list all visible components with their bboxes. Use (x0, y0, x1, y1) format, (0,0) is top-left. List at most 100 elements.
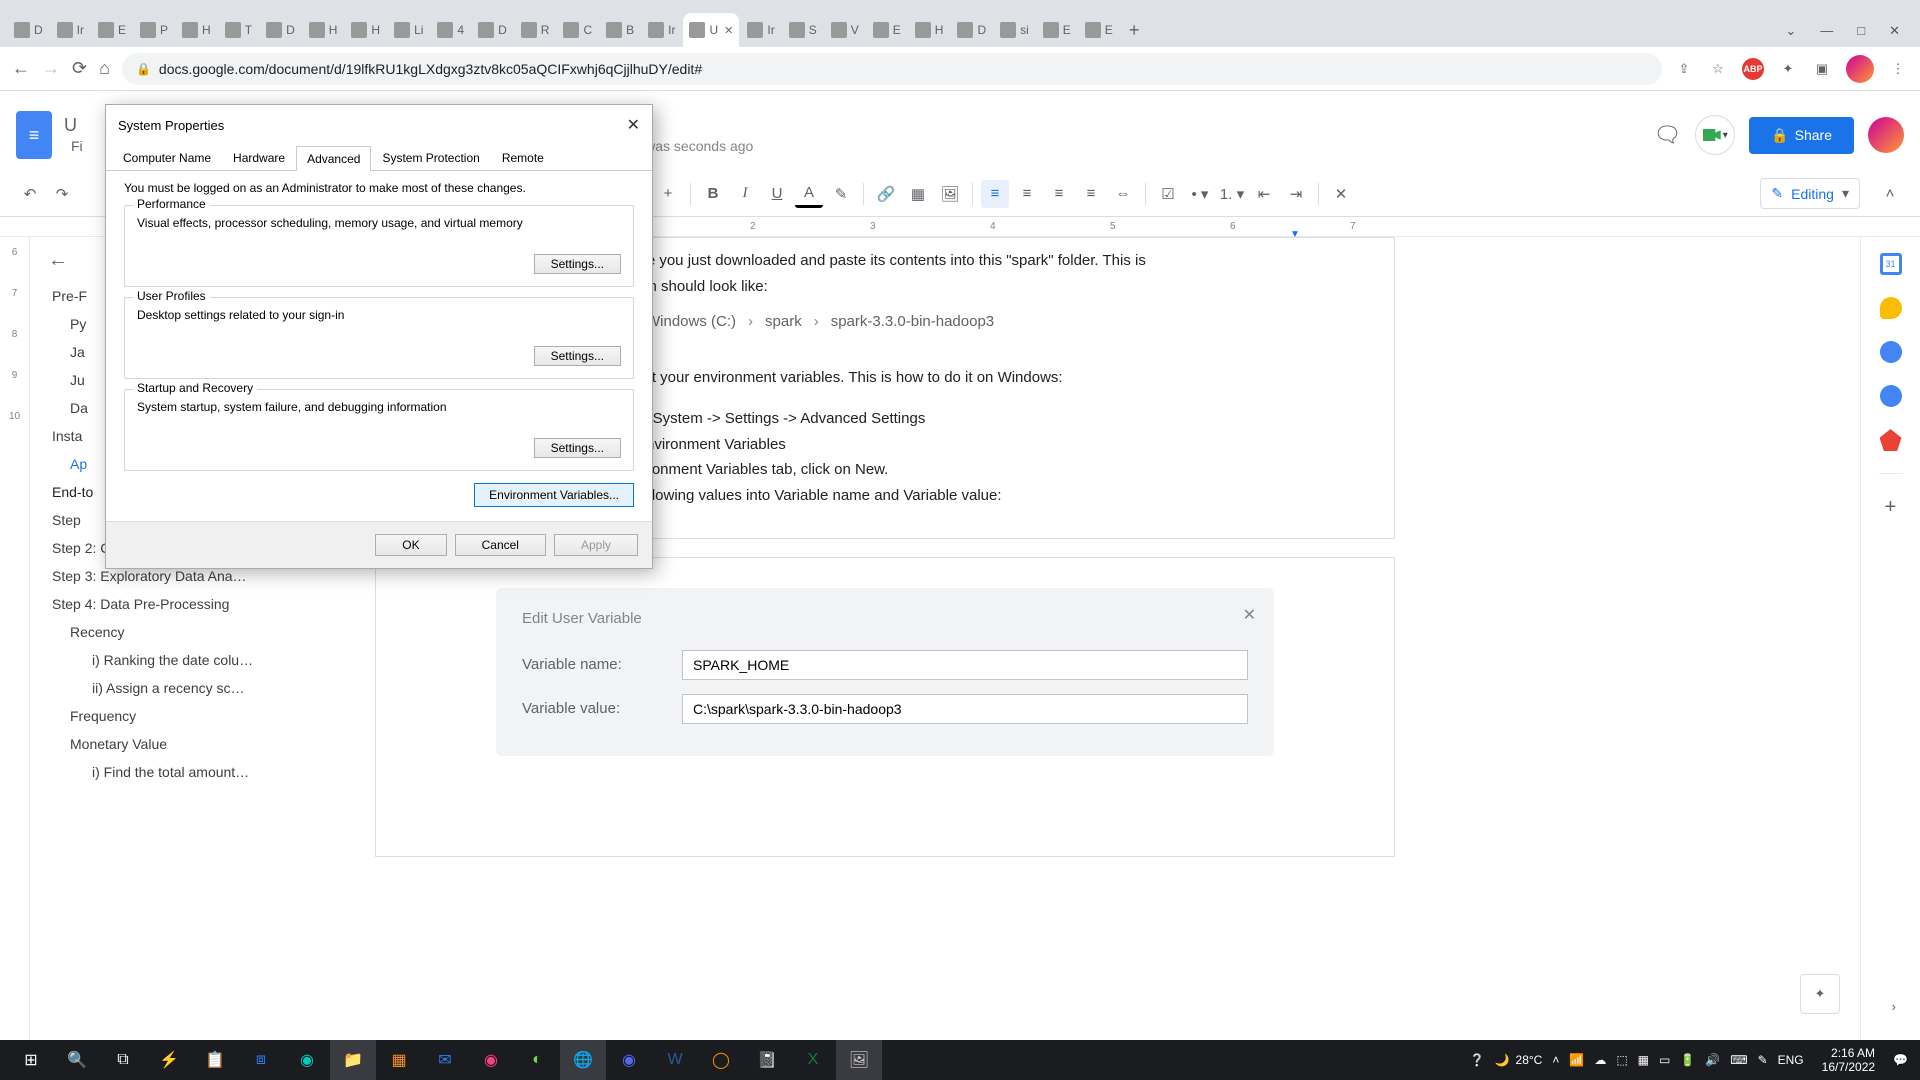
tray-icon[interactable]: ✎ (1758, 1053, 1768, 1067)
browser-tab[interactable]: H (345, 13, 386, 47)
undo-button[interactable]: ↶ (16, 180, 44, 208)
browser-tab[interactable]: C (557, 13, 598, 47)
cancel-button[interactable]: Cancel (455, 534, 546, 556)
taskbar-app[interactable]: ⚡ (146, 1040, 192, 1080)
back-button[interactable]: ← (12, 58, 30, 79)
calendar-icon[interactable]: 31 (1880, 253, 1902, 275)
account-avatar[interactable] (1868, 117, 1904, 153)
taskbar-app[interactable]: 📋 (192, 1040, 238, 1080)
onedrive-icon[interactable]: ☁ (1594, 1053, 1606, 1067)
outline-item[interactable]: Frequency (48, 702, 327, 730)
menu-file[interactable]: Fi (64, 136, 90, 156)
tasks-icon[interactable] (1880, 341, 1902, 363)
insert-image-button[interactable]: 🖼 (936, 180, 964, 208)
browser-tab[interactable]: Ir (642, 13, 681, 47)
browser-tab[interactable]: D (8, 13, 49, 47)
outlook-icon[interactable]: ✉ (422, 1040, 468, 1080)
line-spacing-button[interactable]: ⇔ (1109, 180, 1137, 208)
browser-tab[interactable]: B (600, 13, 640, 47)
keep-icon[interactable] (1880, 297, 1902, 319)
vertical-ruler[interactable]: 6 7 8 9 10 (0, 237, 30, 1040)
tray-icon[interactable]: ▦ (1638, 1053, 1649, 1067)
browser-tab[interactable]: D (260, 13, 301, 47)
tray-icon[interactable]: ⌨ (1730, 1053, 1747, 1067)
bookmark-star-icon[interactable]: ☆ (1708, 59, 1728, 79)
apply-button[interactable]: Apply (554, 534, 638, 556)
align-justify-button[interactable]: ≡ (1077, 180, 1105, 208)
comment-history-icon[interactable]: 🗨 (1653, 122, 1681, 148)
italic-button[interactable]: I (731, 180, 759, 208)
edge-icon[interactable]: ◉ (284, 1040, 330, 1080)
tray-icon[interactable]: ⬚ (1616, 1053, 1627, 1067)
browser-tab[interactable]: D (951, 13, 992, 47)
start-button[interactable]: ⊞ (8, 1040, 54, 1080)
search-icon[interactable]: 🔍 (54, 1040, 100, 1080)
underline-button[interactable]: U (763, 180, 791, 208)
clock[interactable]: 2:16 AM 16/7/2022 (1814, 1046, 1883, 1075)
home-button[interactable]: ⌂ (99, 58, 110, 79)
taskbar-app[interactable]: ◯ (698, 1040, 744, 1080)
browser-tab[interactable]: H (176, 13, 217, 47)
taskbar-app[interactable]: 🖼 (836, 1040, 882, 1080)
redo-button[interactable]: ↷ (48, 180, 76, 208)
mode-dropdown[interactable]: ✎ Editing ▾ (1760, 178, 1860, 209)
side-panel-icon[interactable]: ▣ (1812, 59, 1832, 79)
insert-link-button[interactable]: 🔗 (872, 180, 900, 208)
browser-tab[interactable]: E (867, 13, 907, 47)
numbered-list-button[interactable]: 1. ▾ (1218, 180, 1246, 208)
docs-logo-icon[interactable]: ≡ (16, 111, 52, 159)
abp-extension-icon[interactable]: ABP (1742, 58, 1764, 80)
browser-tab[interactable]: V (825, 13, 865, 47)
insert-plus-button[interactable]: + (654, 180, 682, 208)
bold-button[interactable]: B (699, 180, 727, 208)
bulleted-list-button[interactable]: • ▾ (1186, 180, 1214, 208)
checklist-button[interactable]: ☑ (1154, 180, 1182, 208)
increase-indent-button[interactable]: ⇥ (1282, 180, 1310, 208)
discord-icon[interactable]: ◉ (606, 1040, 652, 1080)
tab-advanced[interactable]: Advanced (296, 146, 371, 171)
taskbar-app[interactable]: ◐ (514, 1040, 560, 1080)
new-tab-button[interactable]: + (1119, 14, 1150, 47)
add-addons-icon[interactable]: + (1885, 496, 1897, 519)
browser-tab[interactable]: E (92, 13, 132, 47)
contacts-icon[interactable] (1880, 385, 1902, 407)
maps-icon[interactable] (1880, 429, 1902, 451)
browser-tab[interactable]: 4 (431, 13, 470, 47)
chrome-menu-icon[interactable]: ⋮ (1888, 59, 1908, 79)
browser-tab[interactable]: Ir (51, 13, 90, 47)
decrease-indent-button[interactable]: ⇤ (1250, 180, 1278, 208)
add-comment-button[interactable]: ▦ (904, 180, 932, 208)
volume-icon[interactable]: 🔊 (1705, 1053, 1720, 1067)
share-button[interactable]: 🔒 Share (1749, 117, 1854, 154)
window-maximize[interactable]: □ (1857, 23, 1865, 39)
profile-avatar[interactable] (1846, 55, 1874, 83)
browser-tab[interactable]: R (515, 13, 556, 47)
tray-icon[interactable]: ▭ (1659, 1053, 1670, 1067)
hide-menus-button[interactable]: ˄ (1876, 180, 1904, 208)
ok-button[interactable]: OK (375, 534, 446, 556)
excel-icon[interactable]: X (790, 1040, 836, 1080)
battery-icon[interactable]: 🔋 (1680, 1053, 1695, 1067)
outline-item[interactable]: i) Find the total amount… (48, 758, 327, 786)
outline-item[interactable]: Step 4: Data Pre-Processing (48, 590, 327, 618)
align-left-button[interactable]: ≡ (981, 180, 1009, 208)
task-view-icon[interactable]: ⧉ (100, 1040, 146, 1080)
url-input[interactable]: 🔒 docs.google.com/document/d/19lfkRU1kgL… (122, 53, 1662, 85)
share-page-icon[interactable]: ⇪ (1674, 59, 1694, 79)
weather-widget[interactable]: 🌙 28°C (1495, 1053, 1543, 1067)
startup-settings-button[interactable]: Settings... (534, 438, 621, 458)
chrome-icon[interactable]: 🌐 (560, 1040, 606, 1080)
browser-tab[interactable]: T (219, 13, 258, 47)
tab-search-icon[interactable]: ⌄ (1785, 23, 1796, 39)
browser-tab[interactable]: Ir (741, 13, 780, 47)
taskbar-app[interactable]: ⧈ (238, 1040, 284, 1080)
close-button[interactable]: ✕ (627, 115, 640, 135)
clear-formatting-button[interactable]: ✕ (1327, 180, 1355, 208)
tab-hardware[interactable]: Hardware (222, 145, 296, 170)
wifi-icon[interactable]: 📶 (1569, 1053, 1584, 1067)
forward-button[interactable]: → (42, 58, 60, 79)
tab-remote[interactable]: Remote (491, 145, 555, 170)
browser-tab[interactable]: S (783, 13, 823, 47)
extensions-puzzle-icon[interactable]: ✦ (1778, 59, 1798, 79)
tab-system-protection[interactable]: System Protection (371, 145, 490, 170)
